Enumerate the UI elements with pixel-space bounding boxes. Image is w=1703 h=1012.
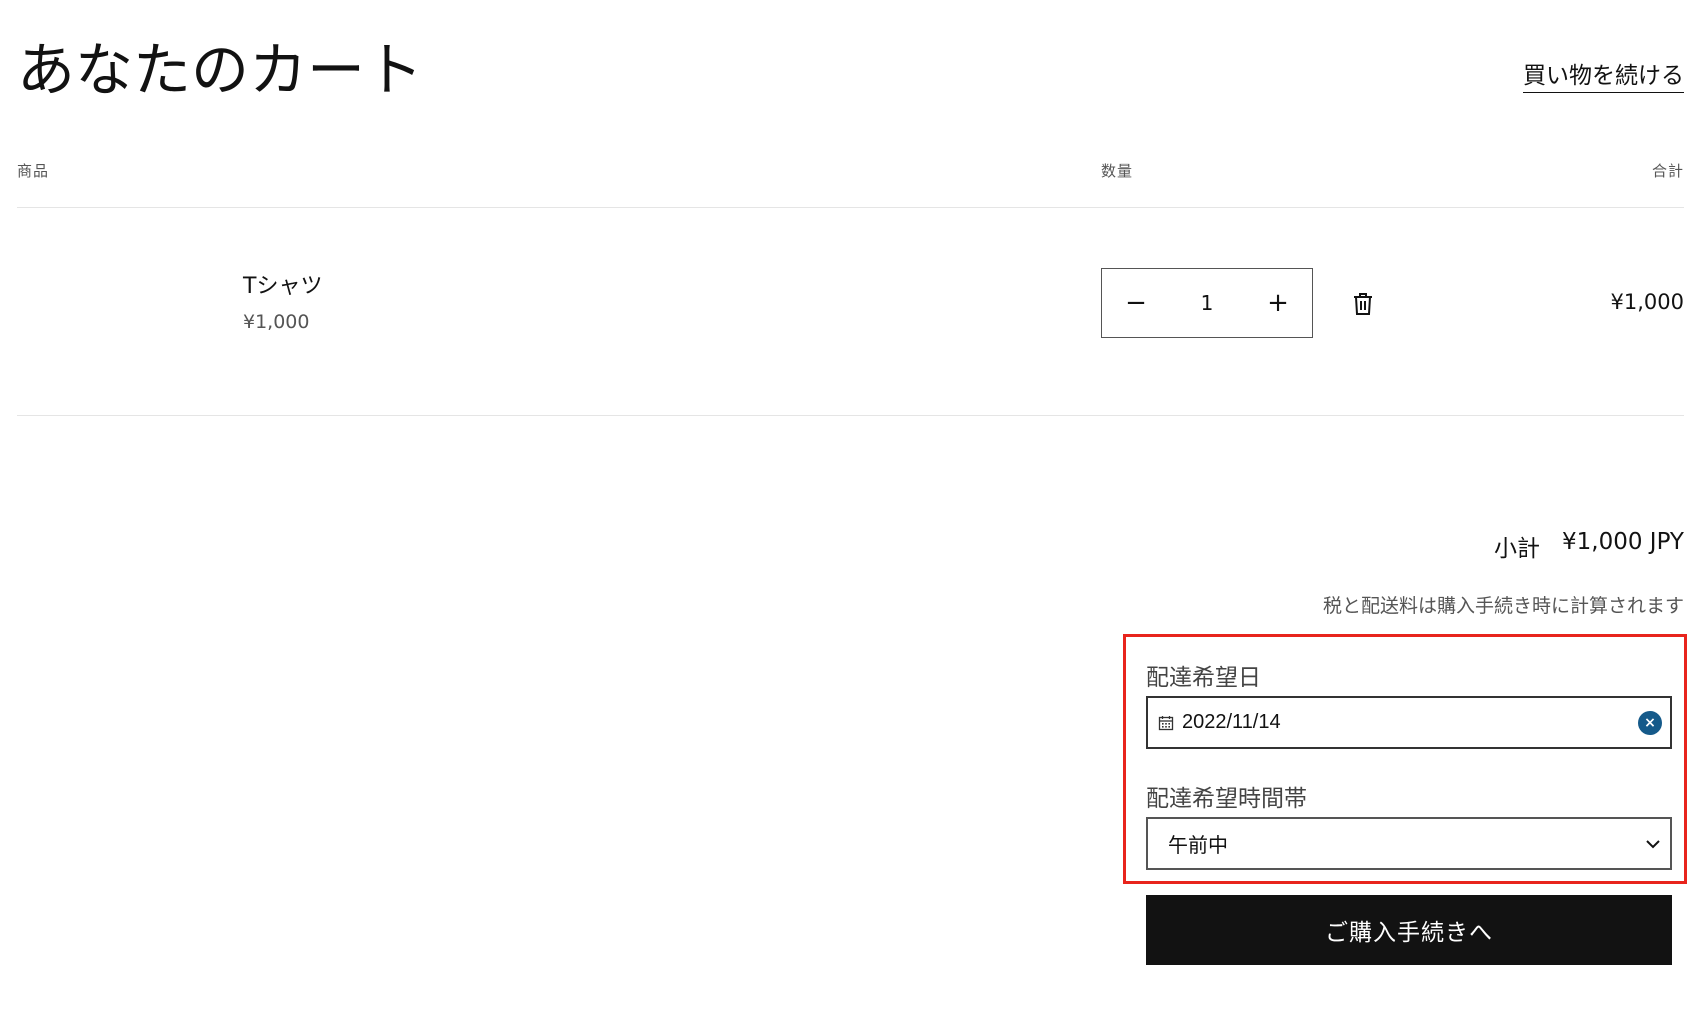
subtotal-label: 小計 bbox=[1494, 536, 1540, 562]
checkout-button[interactable]: ご購入手続きへ bbox=[1146, 895, 1672, 965]
quantity-decrease-button[interactable]: − bbox=[1102, 269, 1170, 337]
product-unit-price: ¥1,000 bbox=[243, 311, 310, 333]
product-name[interactable]: Tシャツ bbox=[243, 268, 322, 300]
tax-shipping-note: 税と配送料は購入手続き時に計算されます bbox=[1322, 595, 1684, 617]
continue-shopping-link[interactable]: 買い物を続ける bbox=[1523, 62, 1684, 93]
line-item-total: ¥1,000 bbox=[1610, 290, 1684, 314]
column-header-total: 合計 bbox=[1651, 162, 1684, 180]
delivery-time-select[interactable]: 午前中 bbox=[1146, 817, 1672, 870]
subtotal: 小計 ¥1,000 JPY bbox=[1494, 529, 1684, 563]
chevron-down-icon bbox=[1646, 839, 1660, 848]
table-divider-bottom bbox=[17, 415, 1684, 416]
column-header-quantity: 数量 bbox=[1101, 162, 1134, 180]
table-divider-top bbox=[17, 207, 1684, 208]
page-title: あなたのカート bbox=[17, 36, 424, 104]
column-header-product: 商品 bbox=[17, 162, 50, 180]
delivery-time-label: 配達希望時間帯 bbox=[1146, 786, 1307, 812]
trash-icon[interactable] bbox=[1352, 292, 1374, 316]
quantity-stepper: − 1 + bbox=[1101, 268, 1313, 338]
delivery-date-input[interactable]: 2022/11/14 × bbox=[1146, 696, 1672, 749]
delivery-date-label: 配達希望日 bbox=[1146, 665, 1261, 691]
quantity-increase-button[interactable]: + bbox=[1244, 269, 1312, 337]
clear-icon[interactable]: × bbox=[1638, 710, 1662, 735]
delivery-date-value: 2022/11/14 bbox=[1182, 711, 1281, 733]
calendar-icon bbox=[1158, 715, 1174, 730]
quantity-input[interactable]: 1 bbox=[1170, 291, 1244, 315]
delivery-time-value: 午前中 bbox=[1168, 833, 1228, 857]
subtotal-value: ¥1,000 JPY bbox=[1562, 529, 1684, 555]
